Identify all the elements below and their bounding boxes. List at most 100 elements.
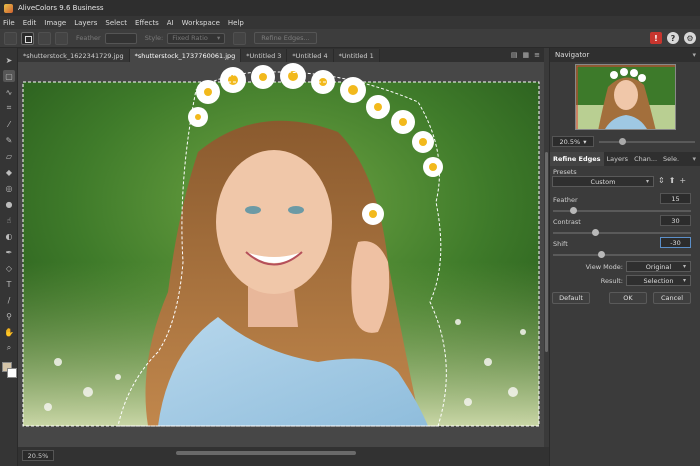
refine-edges-button[interactable]: Refine Edges... <box>254 32 317 44</box>
lasso-icon[interactable]: ∿ <box>3 86 15 98</box>
eraser-icon[interactable]: ▱ <box>3 150 15 162</box>
result-label: Result: <box>600 277 623 285</box>
new-selection-icon[interactable] <box>4 31 17 45</box>
ok-button[interactable]: OK <box>609 292 647 304</box>
result-value: Selection <box>643 276 674 285</box>
chevron-down-icon: ▾ <box>682 277 686 284</box>
chevron-down-icon[interactable]: ▾ <box>692 155 696 163</box>
menu-edit[interactable]: Edit <box>23 19 37 27</box>
toolbox: ➤ ▢ ∿ ⌗ ⁄ ✎ ▱ ◆ ◎ ● ☝ ◐ ✒ ◇ T / ⚲ ✋ ⌕ <box>0 48 18 466</box>
blur-icon[interactable]: ◐ <box>3 230 15 242</box>
contrast-label: Contrast <box>553 218 581 226</box>
cancel-button[interactable]: Cancel <box>653 292 691 304</box>
right-panel: Navigator ▾ 20.5% ▾ Refine Edges Layers … <box>549 48 700 466</box>
tab-layers[interactable]: Layers <box>604 152 632 166</box>
presets-dropdown[interactable]: Custom ▾ <box>552 176 654 187</box>
navigator-zoom-knob[interactable] <box>619 138 626 145</box>
new-document-icon[interactable]: ▤ <box>511 51 518 59</box>
navigator-header: Navigator ▾ <box>550 48 700 62</box>
default-button[interactable]: Default <box>552 292 590 304</box>
horizontal-scroll-thumb[interactable] <box>176 451 356 455</box>
preset-add-icon[interactable]: + <box>679 176 686 185</box>
gear-icon[interactable]: ⚙ <box>684 32 696 44</box>
tab-document-5[interactable]: *Untitled 1 <box>333 49 380 62</box>
tab-document-3[interactable]: *Untitled 3 <box>241 49 288 62</box>
tabs-menu-icon[interactable]: ≡ <box>534 51 540 59</box>
menu-effects[interactable]: Effects <box>135 19 159 27</box>
line-icon[interactable]: / <box>3 294 15 306</box>
feather-slider-knob[interactable] <box>570 207 577 214</box>
contrast-slider[interactable] <box>553 232 691 234</box>
view-mode-value: Original <box>645 262 672 271</box>
crop-icon[interactable]: ⌗ <box>3 102 15 114</box>
options-bar: Feather Style: Fixed Ratio ▾ Refine Edge… <box>0 29 700 48</box>
fill-icon[interactable]: ◆ <box>3 166 15 178</box>
menu-layers[interactable]: Layers <box>74 19 97 27</box>
shift-value-field[interactable]: -30 <box>660 237 691 248</box>
menu-file[interactable]: File <box>3 19 15 27</box>
zoom-icon[interactable]: ⌕ <box>3 342 15 354</box>
help-icon[interactable]: ? <box>667 32 679 44</box>
dodge-icon[interactable]: ● <box>3 198 15 210</box>
chevron-down-icon: ▾ <box>645 178 649 185</box>
panel-tab-bar: Refine Edges Layers Chan... Sele. ▾ <box>550 152 700 166</box>
menu-workspace[interactable]: Workspace <box>182 19 220 27</box>
feather-option-field[interactable] <box>104 32 137 44</box>
navigator-zoom-value: 20.5% <box>559 137 581 146</box>
tab-refine-edges[interactable]: Refine Edges <box>550 152 604 166</box>
feather-value-field[interactable]: 15 <box>660 193 691 204</box>
contrast-slider-knob[interactable] <box>592 229 599 236</box>
eyedropper-icon[interactable]: ⁄ <box>3 118 15 130</box>
photo-canvas[interactable] <box>18 62 544 447</box>
brush-icon[interactable]: ✎ <box>3 134 15 146</box>
style-dropdown-value: Fixed Ratio <box>172 34 208 42</box>
view-mode-dropdown[interactable]: Original ▾ <box>626 261 691 272</box>
picker-icon[interactable]: ⚲ <box>3 310 15 322</box>
menu-help[interactable]: Help <box>228 19 244 27</box>
background-color-swatch[interactable] <box>7 368 17 378</box>
shift-slider[interactable] <box>553 254 691 256</box>
grid-view-icon[interactable]: ▦ <box>523 51 530 59</box>
presets-value: Custom <box>590 177 616 186</box>
marquee-icon[interactable]: ▢ <box>3 70 15 82</box>
navigator-preview[interactable] <box>575 64 676 130</box>
tab-document-1[interactable]: *shutterstock_1622341729.jpg <box>18 49 130 62</box>
menu-image[interactable]: Image <box>44 19 66 27</box>
tab-document-4[interactable]: *Untitled 4 <box>287 49 334 62</box>
subtract-selection-icon[interactable] <box>55 31 68 45</box>
pen-icon[interactable]: ✒ <box>3 246 15 258</box>
clone-icon[interactable]: ◎ <box>3 182 15 194</box>
style-dropdown[interactable]: Fixed Ratio ▾ <box>167 32 226 44</box>
tab-document-2[interactable]: *shutterstock_1737760061.jpg <box>129 49 242 62</box>
window-title: AliveColors 9.6 Business <box>18 4 104 12</box>
tab-channels[interactable]: Chan... <box>631 152 660 166</box>
navigator-zoom-slider[interactable] <box>599 141 695 143</box>
add-selection-icon[interactable] <box>38 31 51 45</box>
text-icon[interactable]: T <box>3 278 15 290</box>
preset-updown-icon[interactable]: ⇕ <box>658 176 665 185</box>
status-zoom-field[interactable]: 20.5% <box>22 450 54 461</box>
chevron-down-icon[interactable]: ▾ <box>692 51 696 59</box>
preset-save-icon[interactable]: ⬆ <box>669 176 676 185</box>
contrast-value-field[interactable]: 30 <box>660 215 691 226</box>
canvas-area[interactable] <box>18 62 544 447</box>
vertical-scroll-thumb[interactable] <box>545 152 548 352</box>
menu-select[interactable]: Select <box>105 19 127 27</box>
smudge-icon[interactable]: ☝ <box>3 214 15 226</box>
selection-mask-icon[interactable] <box>233 31 247 45</box>
tab-selections[interactable]: Sele. <box>660 152 682 166</box>
notification-icon[interactable]: ! <box>650 32 662 44</box>
result-dropdown[interactable]: Selection ▾ <box>626 275 691 286</box>
chevron-down-icon: ▾ <box>583 137 587 146</box>
hand-icon[interactable]: ✋ <box>3 326 15 338</box>
chevron-down-icon: ▾ <box>682 263 686 270</box>
navigator-zoom-dropdown[interactable]: 20.5% ▾ <box>552 136 594 147</box>
shift-slider-knob[interactable] <box>598 251 605 258</box>
feather-option-label: Feather <box>76 34 101 42</box>
document-tab-bar: *shutterstock_1622341729.jpg *shuttersto… <box>18 48 544 62</box>
move-tool-icon[interactable]: ➤ <box>3 54 15 66</box>
menu-ai[interactable]: AI <box>167 19 174 27</box>
shape-icon[interactable]: ◇ <box>3 262 15 274</box>
menu-bar: File Edit Image Layers Select Effects AI… <box>0 16 700 29</box>
rect-selection-icon[interactable] <box>21 31 34 45</box>
